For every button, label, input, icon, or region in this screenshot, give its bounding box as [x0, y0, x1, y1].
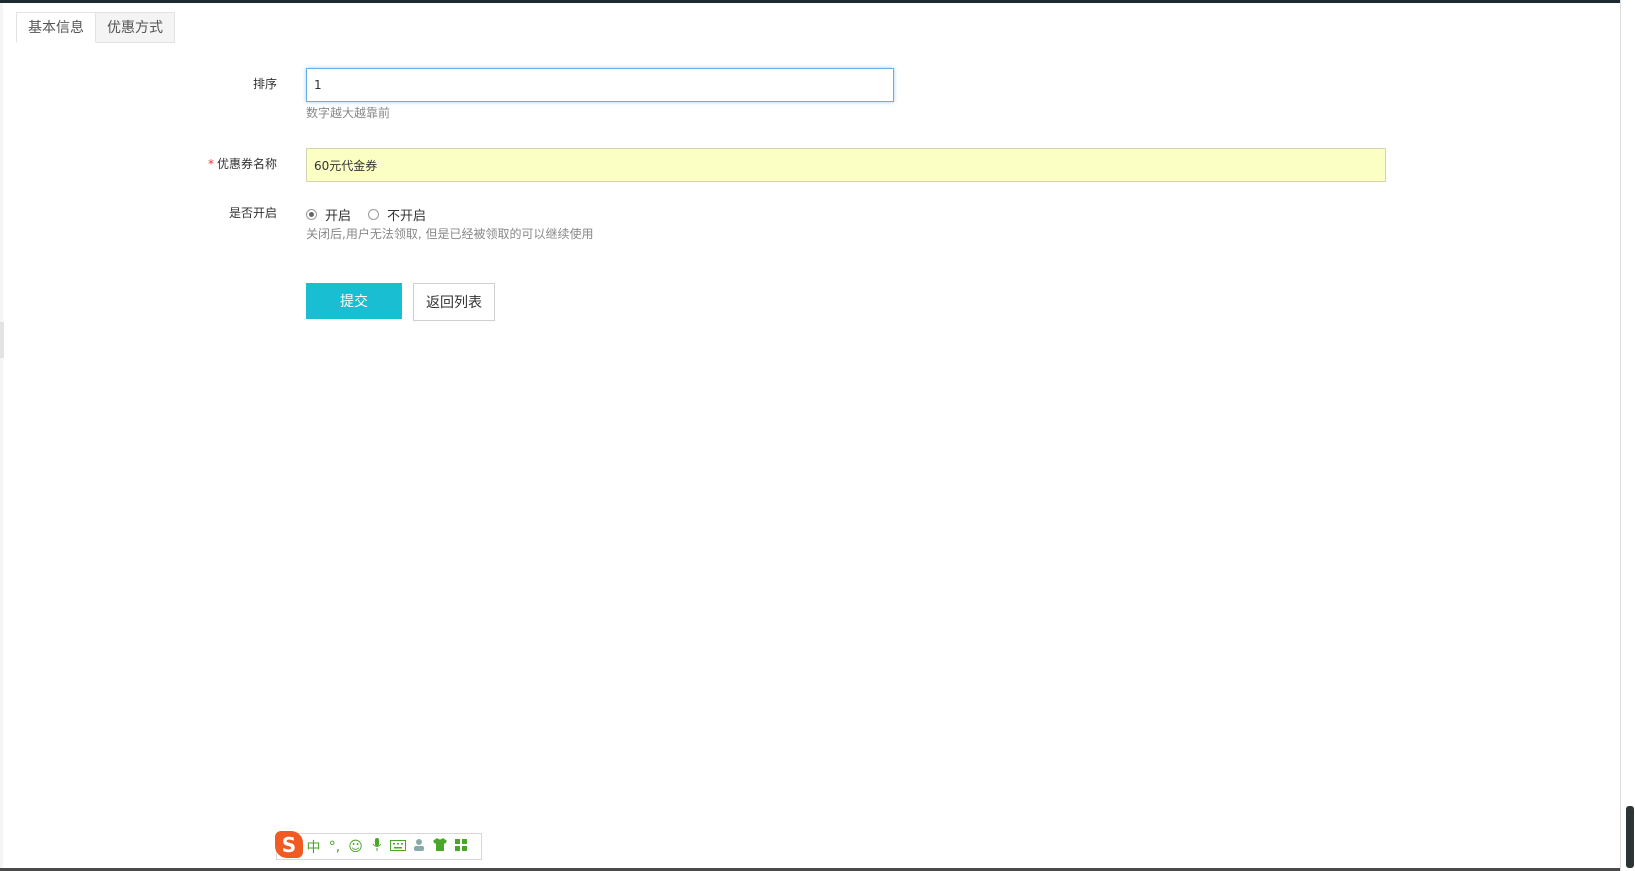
radio-enable-label: 开启	[325, 209, 352, 224]
back-to-list-button[interactable]: 返回列表	[413, 283, 495, 321]
ime-toolbar[interactable]: S 中 °, ☺	[275, 831, 482, 860]
emoji-icon[interactable]: ☺	[345, 839, 366, 855]
sort-help-text: 数字越大越靠前	[306, 106, 391, 120]
microphone-icon[interactable]	[366, 837, 387, 856]
tab-discount-method[interactable]: 优惠方式	[96, 12, 175, 43]
radio-disable[interactable]: 不开启	[368, 205, 426, 224]
ime-punctuation-icon[interactable]: °,	[324, 839, 345, 855]
top-border	[0, 0, 1620, 3]
required-mark: *	[207, 157, 214, 171]
left-collapse-handle[interactable]	[0, 322, 4, 358]
user-icon[interactable]	[408, 838, 429, 856]
skin-shirt-icon[interactable]	[429, 838, 450, 855]
submit-button[interactable]: 提交	[306, 283, 402, 319]
ime-chinese-mode[interactable]: 中	[303, 837, 324, 857]
coupon-name-input[interactable]: 60元代金券	[306, 148, 1386, 182]
sort-label: 排序	[252, 77, 277, 91]
enabled-label: 是否开启	[228, 206, 277, 220]
toolbox-grid-icon[interactable]	[450, 838, 471, 855]
enabled-help-text: 关闭后,用户无法领取, 但是已经被领取的可以继续使用	[306, 227, 594, 241]
scrollbar-thumb[interactable]	[1626, 806, 1634, 868]
coupon-name-label: * 优惠券名称	[127, 155, 277, 172]
sogou-logo-icon[interactable]: S	[275, 831, 303, 858]
coupon-name-label-text: 优惠券名称	[216, 157, 277, 171]
sort-input[interactable]: 1	[306, 68, 894, 102]
coupon-name-value: 60元代金券	[314, 158, 378, 173]
left-edge	[0, 3, 3, 868]
radio-disable-label: 不开启	[387, 209, 427, 224]
tab-bar: 基本信息 优惠方式	[16, 12, 175, 44]
radio-disable-circle[interactable]	[368, 209, 379, 220]
keyboard-icon[interactable]	[387, 839, 408, 855]
radio-enable-circle[interactable]	[306, 209, 317, 220]
tab-basic-info[interactable]: 基本信息	[16, 12, 96, 43]
radio-enable[interactable]: 开启	[306, 205, 351, 224]
scrollbar-track[interactable]	[1620, 0, 1635, 871]
sort-input-value: 1	[314, 78, 322, 92]
